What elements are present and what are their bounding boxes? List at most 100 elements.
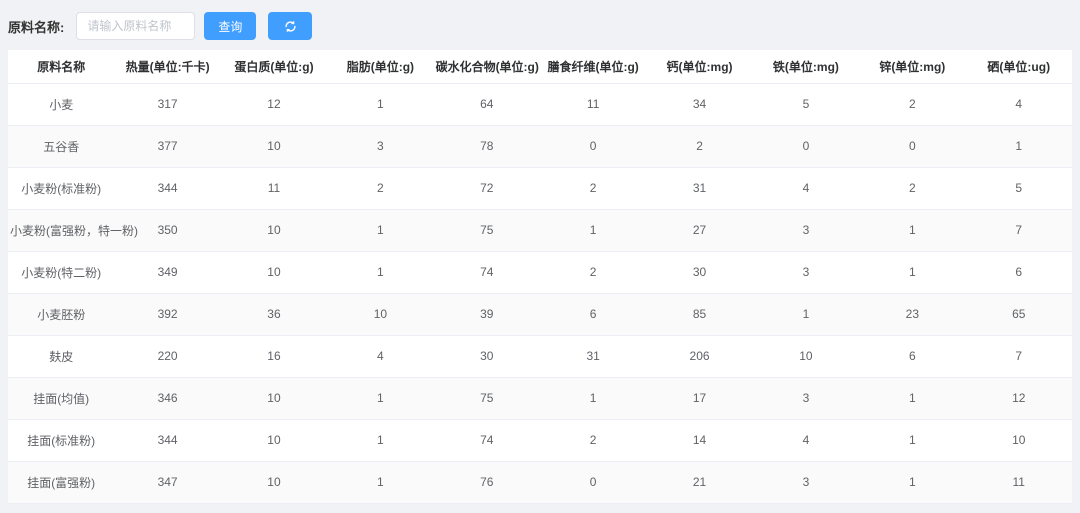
query-button[interactable]: 查询	[204, 12, 256, 40]
value-cell: 1	[327, 251, 433, 293]
table-row: 小麦粉(特二粉)34910174230316	[8, 251, 1072, 293]
nutrition-table: 原料名称热量(单位:千卡)蛋白质(单位:g)脂肪(单位:g)碳水化合物(单位:g…	[8, 50, 1072, 504]
value-cell: 0	[753, 125, 859, 167]
value-cell: 346	[114, 377, 220, 419]
value-cell: 31	[540, 335, 646, 377]
value-cell: 12	[221, 83, 327, 125]
value-cell: 10	[221, 125, 327, 167]
value-cell: 85	[646, 293, 752, 335]
value-cell: 1	[859, 251, 965, 293]
column-header: 硒(单位:ug)	[966, 50, 1072, 83]
material-name-cell: 小麦粉(富强粉，特一粉)	[8, 209, 114, 251]
table-row: 小麦317121641134524	[8, 83, 1072, 125]
value-cell: 74	[434, 251, 540, 293]
value-cell: 75	[434, 377, 540, 419]
value-cell: 1	[327, 461, 433, 503]
value-cell: 347	[114, 461, 220, 503]
column-header: 膳食纤维(单位:g)	[540, 50, 646, 83]
table-row: 五谷香3771037802001	[8, 125, 1072, 167]
column-header: 铁(单位:mg)	[753, 50, 859, 83]
value-cell: 6	[859, 335, 965, 377]
value-cell: 3	[753, 251, 859, 293]
search-toolbar: 原料名称: 查询	[0, 0, 1080, 50]
value-cell: 31	[646, 167, 752, 209]
value-cell: 4	[753, 167, 859, 209]
value-cell: 10	[221, 209, 327, 251]
value-cell: 1	[327, 419, 433, 461]
value-cell: 2	[540, 167, 646, 209]
value-cell: 1	[859, 419, 965, 461]
value-cell: 2	[327, 167, 433, 209]
value-cell: 78	[434, 125, 540, 167]
value-cell: 377	[114, 125, 220, 167]
material-name-cell: 小麦胚粉	[8, 293, 114, 335]
value-cell: 11	[966, 461, 1072, 503]
nutrition-data-table: 原料名称热量(单位:千卡)蛋白质(单位:g)脂肪(单位:g)碳水化合物(单位:g…	[8, 50, 1072, 504]
value-cell: 2	[859, 83, 965, 125]
table-row: 挂面(均值)346101751173112	[8, 377, 1072, 419]
table-row: 挂面(富强粉)347101760213111	[8, 461, 1072, 503]
value-cell: 349	[114, 251, 220, 293]
value-cell: 0	[540, 461, 646, 503]
material-name-cell: 挂面(标准粉)	[8, 419, 114, 461]
value-cell: 2	[540, 419, 646, 461]
value-cell: 11	[540, 83, 646, 125]
table-row: 麸皮22016430312061067	[8, 335, 1072, 377]
column-header: 锌(单位:mg)	[859, 50, 965, 83]
value-cell: 11	[221, 167, 327, 209]
value-cell: 1	[859, 461, 965, 503]
value-cell: 220	[114, 335, 220, 377]
value-cell: 75	[434, 209, 540, 251]
value-cell: 27	[646, 209, 752, 251]
value-cell: 10	[221, 419, 327, 461]
value-cell: 5	[966, 167, 1072, 209]
material-name-cell: 小麦粉(标准粉)	[8, 167, 114, 209]
value-cell: 72	[434, 167, 540, 209]
value-cell: 21	[646, 461, 752, 503]
column-header: 蛋白质(单位:g)	[221, 50, 327, 83]
value-cell: 3	[753, 377, 859, 419]
material-name-cell: 挂面(均值)	[8, 377, 114, 419]
value-cell: 23	[859, 293, 965, 335]
value-cell: 1	[327, 209, 433, 251]
material-name-label: 原料名称:	[8, 17, 64, 36]
refresh-button[interactable]	[268, 12, 312, 40]
value-cell: 64	[434, 83, 540, 125]
value-cell: 1	[966, 125, 1072, 167]
value-cell: 3	[753, 461, 859, 503]
table-row: 小麦粉(标准粉)34411272231425	[8, 167, 1072, 209]
value-cell: 10	[221, 377, 327, 419]
value-cell: 344	[114, 167, 220, 209]
material-name-input[interactable]	[76, 12, 195, 40]
value-cell: 7	[966, 209, 1072, 251]
column-header: 热量(单位:千卡)	[114, 50, 220, 83]
table-row: 小麦粉(富强粉，特一粉)35010175127317	[8, 209, 1072, 251]
column-header: 脂肪(单位:g)	[327, 50, 433, 83]
value-cell: 2	[540, 251, 646, 293]
value-cell: 1	[327, 83, 433, 125]
material-name-cell: 五谷香	[8, 125, 114, 167]
column-header: 原料名称	[8, 50, 114, 83]
value-cell: 4	[966, 83, 1072, 125]
value-cell: 1	[859, 377, 965, 419]
value-cell: 1	[540, 377, 646, 419]
value-cell: 317	[114, 83, 220, 125]
value-cell: 0	[859, 125, 965, 167]
value-cell: 0	[540, 125, 646, 167]
table-header: 原料名称热量(单位:千卡)蛋白质(单位:g)脂肪(单位:g)碳水化合物(单位:g…	[8, 50, 1072, 83]
value-cell: 3	[753, 209, 859, 251]
value-cell: 30	[646, 251, 752, 293]
value-cell: 39	[434, 293, 540, 335]
value-cell: 10	[966, 419, 1072, 461]
value-cell: 4	[753, 419, 859, 461]
value-cell: 12	[966, 377, 1072, 419]
table-row: 小麦胚粉39236103968512365	[8, 293, 1072, 335]
value-cell: 34	[646, 83, 752, 125]
value-cell: 16	[221, 335, 327, 377]
value-cell: 1	[540, 209, 646, 251]
material-name-cell: 麸皮	[8, 335, 114, 377]
value-cell: 17	[646, 377, 752, 419]
value-cell: 10	[753, 335, 859, 377]
value-cell: 206	[646, 335, 752, 377]
value-cell: 14	[646, 419, 752, 461]
